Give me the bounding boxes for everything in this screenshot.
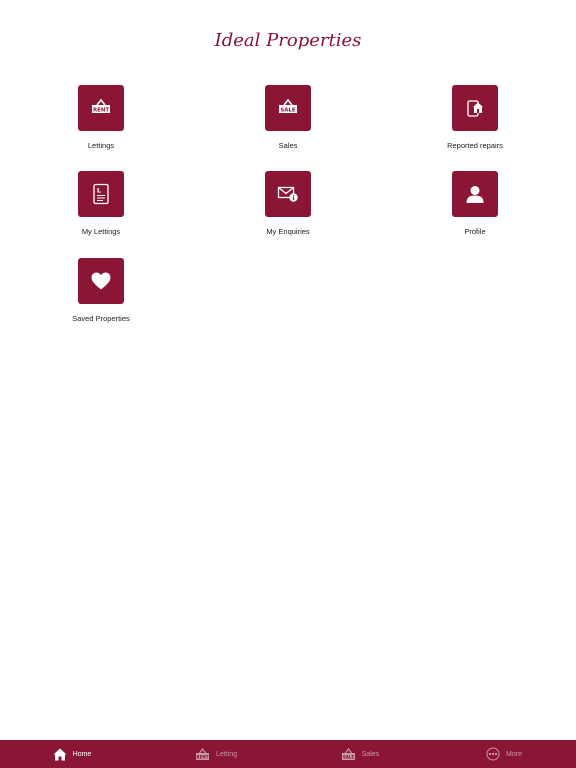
home-screen: Ideal Properties RENT Lettings SALE Sale… <box>0 0 576 768</box>
tile-saved-properties-box[interactable] <box>78 258 124 304</box>
rent-sign-icon: RENT <box>92 98 110 113</box>
bottom-nav: Home RENT Letting SALE Sales More <box>0 740 576 768</box>
tile-reported-repairs-label: Reported repairs <box>447 141 503 150</box>
more-icon <box>486 747 500 761</box>
user-icon <box>466 186 484 203</box>
mail-info-icon <box>277 186 298 202</box>
tile-lettings-label: Lettings <box>87 141 115 150</box>
tile-profile-box[interactable] <box>452 171 498 217</box>
nav-sales-label: Sales <box>361 750 380 758</box>
page-title: Ideal Properties <box>214 30 362 51</box>
tile-lettings[interactable]: RENT Lettings <box>41 85 161 150</box>
nav-sale-sign-text: SALE <box>343 754 355 759</box>
tile-sales[interactable]: SALE Sales <box>228 85 348 150</box>
tile-profile-label: Profile <box>464 227 486 236</box>
tile-my-lettings[interactable]: L My Lettings <box>41 171 161 236</box>
nav-sales[interactable]: SALE Sales <box>288 740 432 768</box>
nav-home[interactable]: Home <box>0 740 144 768</box>
nav-letting-label: Letting <box>215 750 238 758</box>
nav-more-label: More <box>506 750 522 758</box>
tile-profile[interactable]: Profile <box>415 171 535 236</box>
nav-more[interactable]: More <box>432 740 576 768</box>
tile-sales-label: Sales <box>278 141 298 150</box>
tile-saved-properties[interactable]: Saved Properties <box>41 258 161 323</box>
tile-my-enquiries-box[interactable] <box>265 171 311 217</box>
tile-lettings-box[interactable]: RENT <box>78 85 124 131</box>
nav-rent-sign-text: RENT <box>197 754 209 759</box>
nav-letting[interactable]: RENT Letting <box>144 740 288 768</box>
home-icon <box>53 748 67 760</box>
tile-my-lettings-box[interactable]: L <box>78 171 124 217</box>
sale-sign-icon: SALE <box>279 98 297 113</box>
tile-my-enquiries[interactable]: My Enquiries <box>228 171 348 236</box>
tile-reported-repairs-box[interactable] <box>452 85 498 131</box>
tile-sales-box[interactable]: SALE <box>265 85 311 131</box>
nav-home-label: Home <box>72 750 92 758</box>
sale-sign-text: SALE <box>280 107 295 113</box>
letting-document-icon: L <box>93 183 109 205</box>
heart-icon <box>91 272 111 290</box>
rent-sign-icon: RENT <box>195 747 209 760</box>
house-repair-icon <box>467 100 483 117</box>
tile-reported-repairs[interactable]: Reported repairs <box>415 85 535 150</box>
doc-letter: L <box>97 187 101 195</box>
tile-my-lettings-label: My Lettings <box>81 227 121 236</box>
rent-sign-text: RENT <box>93 107 109 113</box>
tile-my-enquiries-label: My Enquiries <box>266 227 310 236</box>
tile-saved-properties-label: Saved Properties <box>72 314 130 323</box>
sale-sign-icon: SALE <box>341 747 355 760</box>
